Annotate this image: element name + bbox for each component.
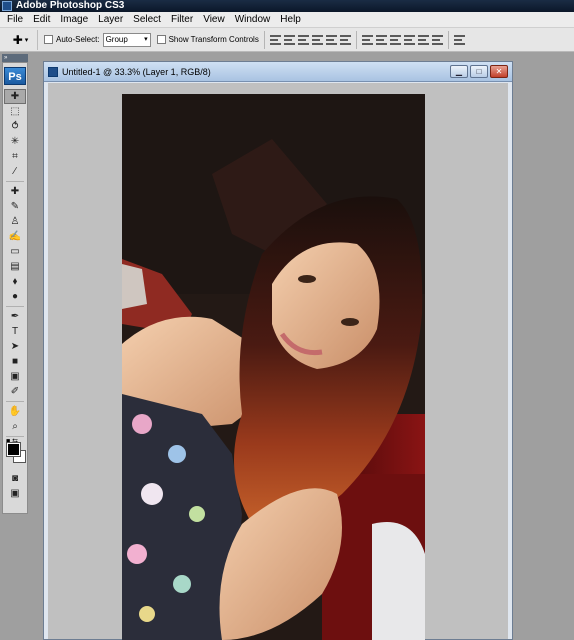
quick-mask-icon[interactable]: ◙	[4, 471, 26, 486]
distribute-hcenter-icon[interactable]	[417, 34, 429, 46]
brush-icon[interactable]: ✎	[4, 199, 26, 214]
menu-file[interactable]: File	[2, 12, 28, 28]
tools-panel-grip[interactable]: »	[2, 54, 28, 62]
app-title-bar: Adobe Photoshop CS3	[0, 0, 574, 12]
app-title: Adobe Photoshop CS3	[16, 0, 125, 11]
slice-icon[interactable]: ∕	[4, 164, 26, 179]
gradient-icon[interactable]: ▤	[4, 259, 26, 274]
ps-logo[interactable]: Ps	[4, 67, 26, 85]
distribute-vcenter-icon[interactable]	[375, 34, 387, 46]
separator	[355, 30, 357, 49]
separator	[447, 30, 449, 49]
lasso-icon[interactable]: ⥀	[4, 119, 26, 134]
menu-layer[interactable]: Layer	[93, 12, 128, 28]
menu-image[interactable]: Image	[55, 12, 93, 28]
zoom-icon[interactable]: ⌕	[4, 419, 26, 434]
crop-icon[interactable]: ⌗	[4, 149, 26, 164]
clone-stamp-icon[interactable]: ♙	[4, 214, 26, 229]
document-title-bar[interactable]: Untitled-1 @ 33.3% (Layer 1, RGB/8) ▁ □ …	[44, 62, 512, 82]
auto-select-label: Auto-Select:	[56, 35, 100, 44]
healing-brush-icon[interactable]: ✚	[4, 184, 26, 199]
blur-icon[interactable]: ⬧	[4, 274, 26, 289]
window-buttons: ▁ □ ✕	[450, 65, 508, 78]
menu-filter[interactable]: Filter	[166, 12, 198, 28]
align-right-icon[interactable]	[339, 34, 351, 46]
distribute-right-icon[interactable]	[431, 34, 443, 46]
path-selection-icon[interactable]: ➤	[4, 339, 26, 354]
auto-select-dropdown[interactable]: Group ▾	[102, 32, 151, 47]
notes-icon[interactable]: ▣	[4, 369, 26, 384]
chevron-down-icon: ▾	[24, 36, 29, 44]
chevron-down-icon: ▾	[144, 35, 148, 43]
type-icon[interactable]: T	[4, 324, 26, 339]
distribute-top-icon[interactable]	[361, 34, 373, 46]
canvas-image[interactable]	[122, 94, 425, 640]
separator	[6, 181, 24, 182]
hand-icon[interactable]: ✋	[4, 404, 26, 419]
shape-icon[interactable]: ■	[4, 354, 26, 369]
show-transform-checkbox[interactable]	[156, 35, 166, 44]
menu-help[interactable]: Help	[275, 12, 306, 28]
color-swatches: ■ ⇆	[4, 438, 26, 469]
eraser-icon[interactable]: ▭	[4, 244, 26, 259]
tool-list: ✚ ⬚ ⥀ ✳ ⌗ ∕ ✚ ✎ ♙ ✍ ▭ ▤ ⬧ ● ✒ T ➤ ■ ▣ ✐ ✋ ⌕	[3, 89, 27, 434]
separator	[6, 306, 24, 307]
show-transform-label: Show Transform Controls	[168, 35, 259, 44]
menu-edit[interactable]: Edit	[28, 12, 55, 28]
align-left-icon[interactable]	[311, 34, 323, 46]
marquee-icon[interactable]: ⬚	[4, 104, 26, 119]
menu-bar: File Edit Image Layer Select Filter View…	[0, 12, 574, 28]
align-hcenter-icon[interactable]	[325, 34, 337, 46]
photoshop-app-icon	[2, 1, 12, 11]
move-tool-icon: ✚	[12, 32, 23, 47]
auto-select-checkbox[interactable]	[44, 35, 53, 44]
distribute-bottom-icon[interactable]	[389, 34, 401, 46]
document-title: Untitled-1 @ 33.3% (Layer 1, RGB/8)	[62, 67, 211, 77]
auto-select-value: Group	[105, 34, 128, 44]
align-buttons	[269, 34, 351, 46]
minimize-button[interactable]: ▁	[450, 65, 468, 78]
separator	[6, 401, 24, 402]
menu-select[interactable]: Select	[128, 12, 166, 28]
separator	[263, 30, 265, 49]
portrait-photo	[122, 94, 425, 640]
eyedropper-icon[interactable]: ✐	[4, 384, 26, 399]
align-vcenter-icon[interactable]	[283, 34, 295, 46]
menu-view[interactable]: View	[198, 12, 230, 28]
screen-mode-icon[interactable]: ▣	[4, 486, 26, 501]
align-top-icon[interactable]	[269, 34, 281, 46]
dodge-icon[interactable]: ●	[4, 289, 26, 304]
distribute-left-icon[interactable]	[403, 34, 415, 46]
close-button[interactable]: ✕	[490, 65, 508, 78]
document-scrollbar[interactable]	[508, 83, 512, 639]
pen-icon[interactable]: ✒	[4, 309, 26, 324]
align-bottom-icon[interactable]	[297, 34, 309, 46]
document-icon	[48, 67, 58, 77]
tool-preset-picker[interactable]: ✚ ▾	[4, 29, 38, 50]
tools-panel: Ps ✚ ⬚ ⥀ ✳ ⌗ ∕ ✚ ✎ ♙ ✍ ▭ ▤ ⬧ ● ✒ T ➤ ■ ▣ ✐ ✋ ⌕ ■ ⇆ ◙ ▣	[2, 62, 28, 514]
magic-wand-icon[interactable]: ✳	[4, 134, 26, 149]
move-icon[interactable]: ✚	[4, 89, 26, 104]
history-brush-icon[interactable]: ✍	[4, 229, 26, 244]
distribute-buttons	[361, 34, 443, 46]
options-bar: ✚ ▾ Auto-Select: Group ▾ Show Transform C…	[0, 28, 574, 52]
foreground-color-swatch[interactable]	[6, 442, 21, 457]
menu-window[interactable]: Window	[230, 12, 276, 28]
maximize-button[interactable]: □	[470, 65, 488, 78]
auto-align-layers-icon[interactable]	[453, 34, 465, 46]
